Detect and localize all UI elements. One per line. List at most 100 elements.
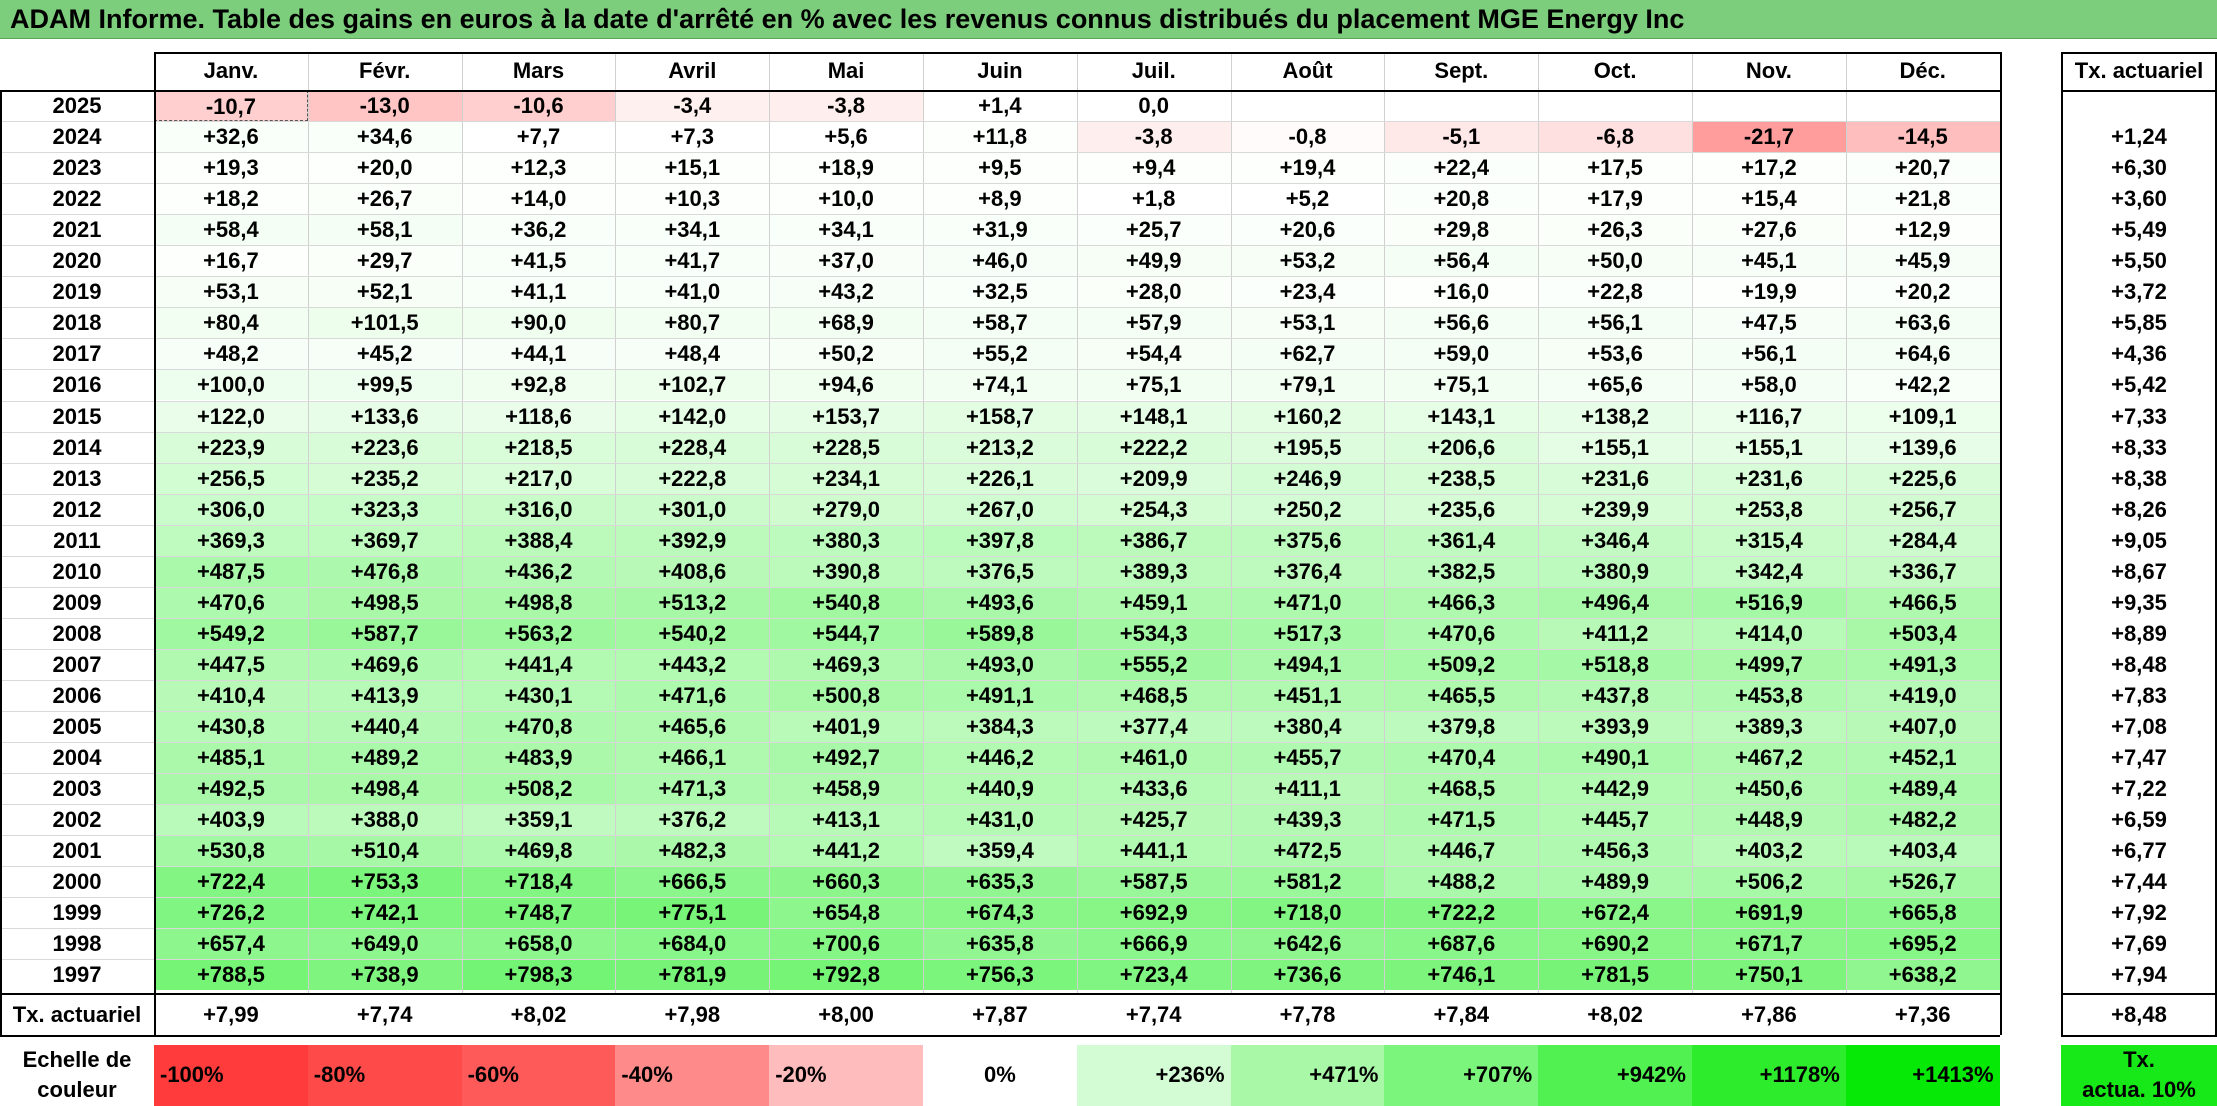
column-divider <box>461 52 463 995</box>
gain-cell: +17,5 <box>1538 152 1692 184</box>
gain-cell: +256,7 <box>1845 493 2000 525</box>
gain-cell: +388,4 <box>461 524 616 556</box>
rate-cell <box>2061 90 2217 121</box>
gain-cell: +1,8 <box>1076 183 1231 215</box>
gain-cell: +18,9 <box>769 152 923 184</box>
gain-cell: +379,8 <box>1384 711 1539 743</box>
gain-cell: +58,4 <box>154 214 308 246</box>
gain-cell: -13,0 <box>307 90 462 122</box>
gain-cell: +433,6 <box>1076 773 1231 805</box>
gain-cell: +48,4 <box>615 338 770 370</box>
gain-cell: +657,4 <box>154 928 308 960</box>
gain-cell: +63,6 <box>1845 307 2000 339</box>
scale-step: +1413% <box>1845 1045 2000 1106</box>
gain-cell: +21,8 <box>1845 183 2000 215</box>
row-divider <box>0 183 2000 185</box>
gain-cell: +403,2 <box>1692 835 1846 867</box>
gain-cell: +419,0 <box>1845 679 2000 711</box>
gain-cell: +100,0 <box>154 369 308 401</box>
gain-cell: +323,3 <box>307 493 462 525</box>
gain-cell: +660,3 <box>769 866 923 898</box>
rate-border <box>2061 1035 2217 1037</box>
gain-cell: +19,3 <box>154 152 308 184</box>
column-divider <box>1845 52 1847 995</box>
footer-rate-cell: +8,00 <box>818 1002 874 1027</box>
gain-cell <box>1538 90 1692 122</box>
gain-cell: +336,7 <box>1845 555 2000 587</box>
gain-cell: +392,9 <box>615 524 770 556</box>
gain-cell: +798,3 <box>461 959 616 991</box>
gain-cell: +9,4 <box>1076 152 1231 184</box>
gain-cell: +43,2 <box>769 276 923 308</box>
year-label: 2011 <box>53 527 101 553</box>
footer-rate-cell: +7,74 <box>1125 1002 1182 1027</box>
gain-cell: +471,0 <box>1230 586 1385 618</box>
gain-cell: +10,3 <box>615 183 770 215</box>
gain-cell: +41,7 <box>615 245 770 277</box>
column-divider <box>307 52 309 995</box>
gain-cell: +222,8 <box>615 462 770 494</box>
month-header-9: Oct. <box>1593 58 1637 83</box>
gain-cell: +109,1 <box>1845 400 2000 432</box>
gain-cell: +792,8 <box>769 959 923 991</box>
gain-cell: +674,3 <box>923 897 1077 929</box>
month-header-10: Nov. <box>1745 58 1792 83</box>
gain-cell: +206,6 <box>1384 431 1539 463</box>
gain-cell: +470,6 <box>154 586 308 618</box>
gain-cell: +471,3 <box>615 773 770 805</box>
gain-cell: +471,6 <box>615 679 770 711</box>
gain-cell: +37,0 <box>769 245 923 277</box>
gain-cell: +540,2 <box>615 617 770 649</box>
gain-cell: +359,4 <box>923 835 1077 867</box>
gain-cell: +5,6 <box>769 121 923 153</box>
gain-cell: +388,0 <box>307 804 462 836</box>
gain-cell: +470,8 <box>461 711 616 743</box>
gain-cell: +589,8 <box>923 617 1077 649</box>
gain-cell: +138,2 <box>1538 400 1692 432</box>
rate-cell: +6,30 <box>2111 155 2167 181</box>
gain-cell: +20,0 <box>307 152 462 184</box>
gain-cell: +516,9 <box>1692 586 1846 618</box>
gain-cell: +42,2 <box>1845 369 2000 401</box>
footer-total-rate: +8,48 <box>2111 1002 2167 1027</box>
year-label: 2025 <box>52 93 102 118</box>
gain-cell: +25,7 <box>1076 214 1231 246</box>
year-label: 1997 <box>52 962 102 988</box>
gain-cell: +142,0 <box>615 400 770 432</box>
year-label: 2013 <box>52 465 102 491</box>
footer-rate-cell: +7,78 <box>1279 1002 1336 1027</box>
gain-cell: +401,9 <box>769 711 923 743</box>
row-divider <box>0 338 2000 340</box>
footer-rate-cell: +8,02 <box>1587 1002 1643 1027</box>
gain-cell: +34,1 <box>769 214 923 246</box>
gain-cell: +441,4 <box>461 648 616 680</box>
year-label: 2001 <box>52 838 102 864</box>
gain-cell: +26,7 <box>307 183 462 215</box>
gain-cell: +500,8 <box>769 679 923 711</box>
gain-cell: +267,0 <box>923 493 1077 525</box>
gain-cell: +563,2 <box>461 617 616 649</box>
gain-cell: +672,4 <box>1538 897 1692 929</box>
year-label: 2016 <box>52 372 102 398</box>
gain-cell: +380,3 <box>769 524 923 556</box>
gain-cell: +748,7 <box>461 897 616 929</box>
gain-cell: +687,6 <box>1384 928 1539 960</box>
scale-label-line: couleur <box>37 1077 117 1102</box>
gain-cell: +723,4 <box>1076 959 1231 991</box>
gain-cell: +50,2 <box>769 338 923 370</box>
year-label: 2018 <box>52 310 102 336</box>
gain-cell: +48,2 <box>154 338 308 370</box>
gain-cell: +413,9 <box>307 679 462 711</box>
gain-cell: +450,6 <box>1692 773 1846 805</box>
gain-cell: +143,1 <box>1384 400 1539 432</box>
scale-step: +942% <box>1538 1045 1692 1106</box>
gain-cell: +279,0 <box>769 493 923 525</box>
rate-border <box>2061 52 2063 1035</box>
page-title: ADAM Informe. Table des gains en euros à… <box>0 0 2217 39</box>
gain-cell: +55,2 <box>923 338 1077 370</box>
scale-step: +1178% <box>1692 1045 1846 1106</box>
gain-cell: +738,9 <box>307 959 462 991</box>
gain-cell: -3,4 <box>615 90 770 122</box>
gain-cell: +581,2 <box>1230 866 1385 898</box>
gain-cell: +238,5 <box>1384 462 1539 494</box>
